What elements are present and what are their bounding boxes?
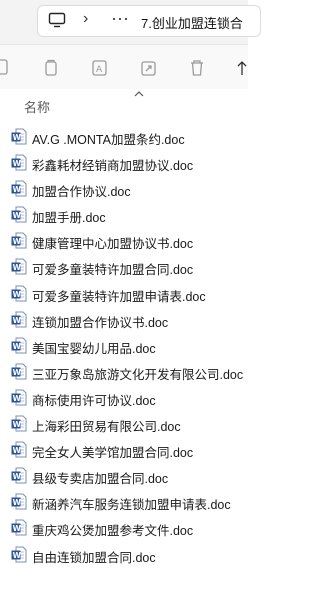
file-row[interactable]: W 新涵养汽车服务连锁加盟申请表.doc xyxy=(0,489,248,515)
svg-text:W: W xyxy=(13,498,22,507)
file-row[interactable]: W 美国宝婴幼儿用品.doc xyxy=(0,333,248,359)
svg-text:W: W xyxy=(13,342,22,351)
word-doc-icon: W xyxy=(11,180,27,197)
more-icon[interactable]: ··· xyxy=(111,8,129,29)
file-name: 连锁加盟合作协议书.doc xyxy=(32,315,169,330)
file-row[interactable]: W 完全女人美学馆加盟合同.doc xyxy=(0,437,248,463)
word-doc-icon: W xyxy=(11,415,27,432)
file-row[interactable]: W 重庆鸡公煲加盟参考文件.doc xyxy=(0,515,248,541)
svg-text:W: W xyxy=(13,472,22,481)
file-name: 可爱多童装特许加盟合同.doc xyxy=(32,263,194,278)
file-row[interactable]: W 可爱多童装特许加盟申请表.doc xyxy=(0,281,248,307)
file-name: 美国宝婴幼儿用品.doc xyxy=(32,341,156,356)
file-row[interactable]: W 商标使用许可协议.doc xyxy=(0,385,248,411)
word-doc-icon: W xyxy=(11,467,27,484)
file-name: 加盟手册.doc xyxy=(32,211,106,226)
file-name: AV.G .MONTA加盟条约.doc xyxy=(32,133,185,147)
word-doc-icon: W xyxy=(11,154,27,171)
file-row[interactable]: W 加盟合作协议.doc xyxy=(0,176,248,202)
file-row[interactable]: W 三亚万象岛旅游文化开发有限公司.doc xyxy=(0,359,248,385)
file-row[interactable]: W 上海彩田贸易有限公司.doc xyxy=(0,411,248,437)
file-row[interactable]: W 可爱多童装特许加盟合同.doc xyxy=(0,254,248,280)
chevron-up-icon[interactable] xyxy=(134,84,144,102)
file-name: 可爱多童装特许加盟申请表.doc xyxy=(32,289,206,304)
svg-text:W: W xyxy=(13,420,22,429)
word-doc-icon: W xyxy=(11,206,27,223)
file-row[interactable]: W 加盟手册.doc xyxy=(0,202,248,228)
file-name: 三亚万象岛旅游文化开发有限公司.doc xyxy=(32,367,244,382)
svg-text:W: W xyxy=(13,316,22,325)
file-list: W AV.G .MONTA加盟条约.doc W 彩鑫耗材经销商加盟协议.doc W 加盟合… xyxy=(0,124,248,568)
address-bar[interactable]: › ··· 7.创业加盟连锁合 xyxy=(37,5,261,37)
file-name: 健康管理中心加盟协议书.doc xyxy=(32,237,194,252)
file-name: 上海彩田贸易有限公司.doc xyxy=(32,420,181,435)
svg-text:W: W xyxy=(13,290,22,299)
word-doc-icon: W xyxy=(11,441,27,458)
new-icon[interactable] xyxy=(0,58,10,81)
command-toolbar: A xyxy=(0,45,248,89)
word-doc-icon: W xyxy=(11,128,27,145)
share-icon[interactable] xyxy=(140,58,158,83)
address-path[interactable]: 7.创业加盟连锁合 xyxy=(141,13,243,32)
file-name: 彩鑫耗材经销商加盟协议.doc xyxy=(32,159,194,174)
file-name: 县级专卖店加盟合同.doc xyxy=(32,472,169,487)
copy-icon[interactable] xyxy=(42,58,60,83)
svg-text:W: W xyxy=(13,133,22,142)
svg-text:A: A xyxy=(96,65,103,75)
svg-text:W: W xyxy=(13,263,22,272)
title-bar: › ··· 7.创业加盟连锁合 xyxy=(0,0,261,45)
file-row[interactable]: W 健康管理中心加盟协议书.doc xyxy=(0,228,248,254)
file-name: 商标使用许可协议.doc xyxy=(32,393,156,408)
file-name: 加盟合作协议.doc xyxy=(32,185,131,200)
word-doc-icon: W xyxy=(11,363,27,380)
svg-text:W: W xyxy=(13,211,22,220)
word-doc-icon: W xyxy=(11,232,27,249)
word-doc-icon: W xyxy=(11,493,27,510)
svg-text:W: W xyxy=(13,368,22,377)
word-doc-icon: W xyxy=(11,311,27,328)
file-name: 重庆鸡公煲加盟参考文件.doc xyxy=(32,524,194,539)
svg-text:W: W xyxy=(13,394,22,403)
file-row[interactable]: W 连锁加盟合作协议书.doc xyxy=(0,307,248,333)
file-row[interactable]: W 彩鑫耗材经销商加盟协议.doc xyxy=(0,150,248,176)
file-row[interactable]: W 自由连锁加盟合同.doc xyxy=(0,542,248,568)
column-header-name[interactable]: 名称 xyxy=(24,97,50,116)
file-row[interactable]: W 县级专卖店加盟合同.doc xyxy=(0,463,248,489)
word-doc-icon: W xyxy=(11,258,27,275)
rename-icon[interactable]: A xyxy=(91,58,109,83)
file-name: 完全女人美学馆加盟合同.doc xyxy=(32,446,194,461)
svg-text:W: W xyxy=(13,551,22,560)
word-doc-icon: W xyxy=(11,389,27,406)
word-doc-icon: W xyxy=(11,519,27,536)
chevron-right-icon[interactable]: › xyxy=(83,10,88,28)
file-name: 新涵养汽车服务连锁加盟申请表.doc xyxy=(32,498,231,513)
svg-text:W: W xyxy=(13,185,22,194)
delete-icon[interactable] xyxy=(188,58,206,83)
svg-text:W: W xyxy=(13,237,22,246)
word-doc-icon: W xyxy=(11,285,27,302)
file-name: 自由连锁加盟合同.doc xyxy=(32,550,156,565)
file-row[interactable]: W AV.G .MONTA加盟条约.doc xyxy=(0,124,248,150)
svg-text:W: W xyxy=(13,159,22,168)
sort-icon[interactable] xyxy=(236,58,250,83)
svg-text:W: W xyxy=(13,524,22,533)
svg-text:W: W xyxy=(13,446,22,455)
word-doc-icon: W xyxy=(11,337,27,354)
monitor-icon[interactable] xyxy=(48,12,66,33)
word-doc-icon: W xyxy=(11,546,27,563)
